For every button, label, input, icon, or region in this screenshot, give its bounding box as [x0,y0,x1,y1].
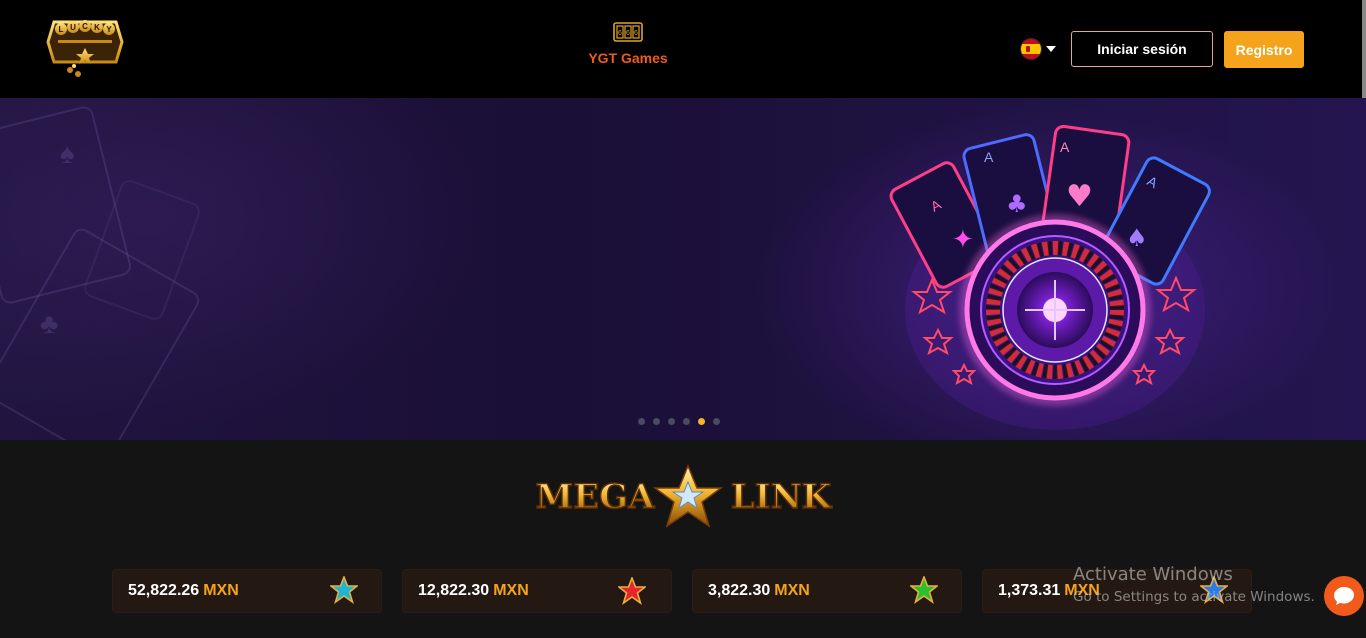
windows-activation-watermark: Activate Windows Go to Settings to activ… [1073,564,1315,605]
svg-text:♥: ♥ [1066,179,1093,214]
neon-roulette-illustration: A A A A ✦ ♣ ♥ ♠ [889,124,1211,430]
svg-text:A: A [984,149,994,165]
svg-text:6: 6 [634,30,638,37]
register-button[interactable]: Registro [1224,31,1304,68]
language-selector[interactable] [1021,38,1061,60]
watermark-subtitle: Go to Settings to activate Windows. [1073,589,1315,605]
slot-machine-icon: 6 6 6 [613,22,643,42]
spain-flag-icon [1021,39,1041,59]
lucky-logo[interactable]: LUC KY [46,14,124,80]
svg-text:U: U [70,23,76,32]
svg-text:Y: Y [106,25,112,34]
jackpot-card-3: 3,822.30 MXN [692,569,962,613]
svg-text:6: 6 [618,30,622,37]
cyan-star-icon [330,576,358,604]
site-header: LUC KY 6 6 6 YGT Games Iniciar sesión Re… [0,0,1366,98]
carousel-dot-3[interactable] [668,418,675,425]
nav-ygt-games[interactable]: 6 6 6 YGT Games [580,22,676,66]
svg-text:♣: ♣ [1006,190,1028,218]
svg-text:C: C [82,22,88,31]
jackpot-card-1: 52,822.26 MXN [112,569,382,613]
jackpot-amount: 12,822.30 MXN [418,582,529,599]
carousel-dot-2[interactable] [653,418,660,425]
nav-games-label: YGT Games [588,50,668,66]
svg-text:K: K [94,23,100,32]
carousel-dots [638,418,720,425]
login-button[interactable]: Iniciar sesión [1071,31,1213,67]
watermark-title: Activate Windows [1073,564,1233,585]
svg-text:L: L [59,25,64,34]
carousel-dot-1[interactable] [638,418,645,425]
hero-banner[interactable]: ♠ ♣ A A A A ✦ ♣ ♥ ♠ [0,98,1366,440]
svg-text:✦: ✦ [952,225,974,255]
chat-bubble-icon [1334,587,1354,605]
jackpot-amount: 52,822.26 MXN [128,582,239,599]
club-decor-icon: ♣ [40,308,59,339]
carousel-dot-5[interactable] [698,418,705,425]
svg-text:♠: ♠ [1126,224,1148,252]
carousel-dot-6[interactable] [713,418,720,425]
green-star-icon [910,576,938,604]
svg-text:A: A [1060,139,1070,155]
chevron-down-icon [1046,46,1056,52]
page-scrollbar[interactable] [1362,0,1366,98]
svg-text:LINK: LINK [731,477,833,517]
svg-text:6: 6 [626,30,630,37]
svg-text:MEGA: MEGA [536,477,656,517]
chat-button[interactable] [1324,576,1364,616]
red-star-icon [618,577,646,605]
jackpot-card-2: 12,822.30 MXN [402,569,672,613]
spade-decor-icon: ♠ [60,138,75,169]
carousel-dot-4[interactable] [683,418,690,425]
mega-link-logo: MEGA LINK [535,464,833,528]
jackpot-amount: 3,822.30 MXN [708,582,810,599]
